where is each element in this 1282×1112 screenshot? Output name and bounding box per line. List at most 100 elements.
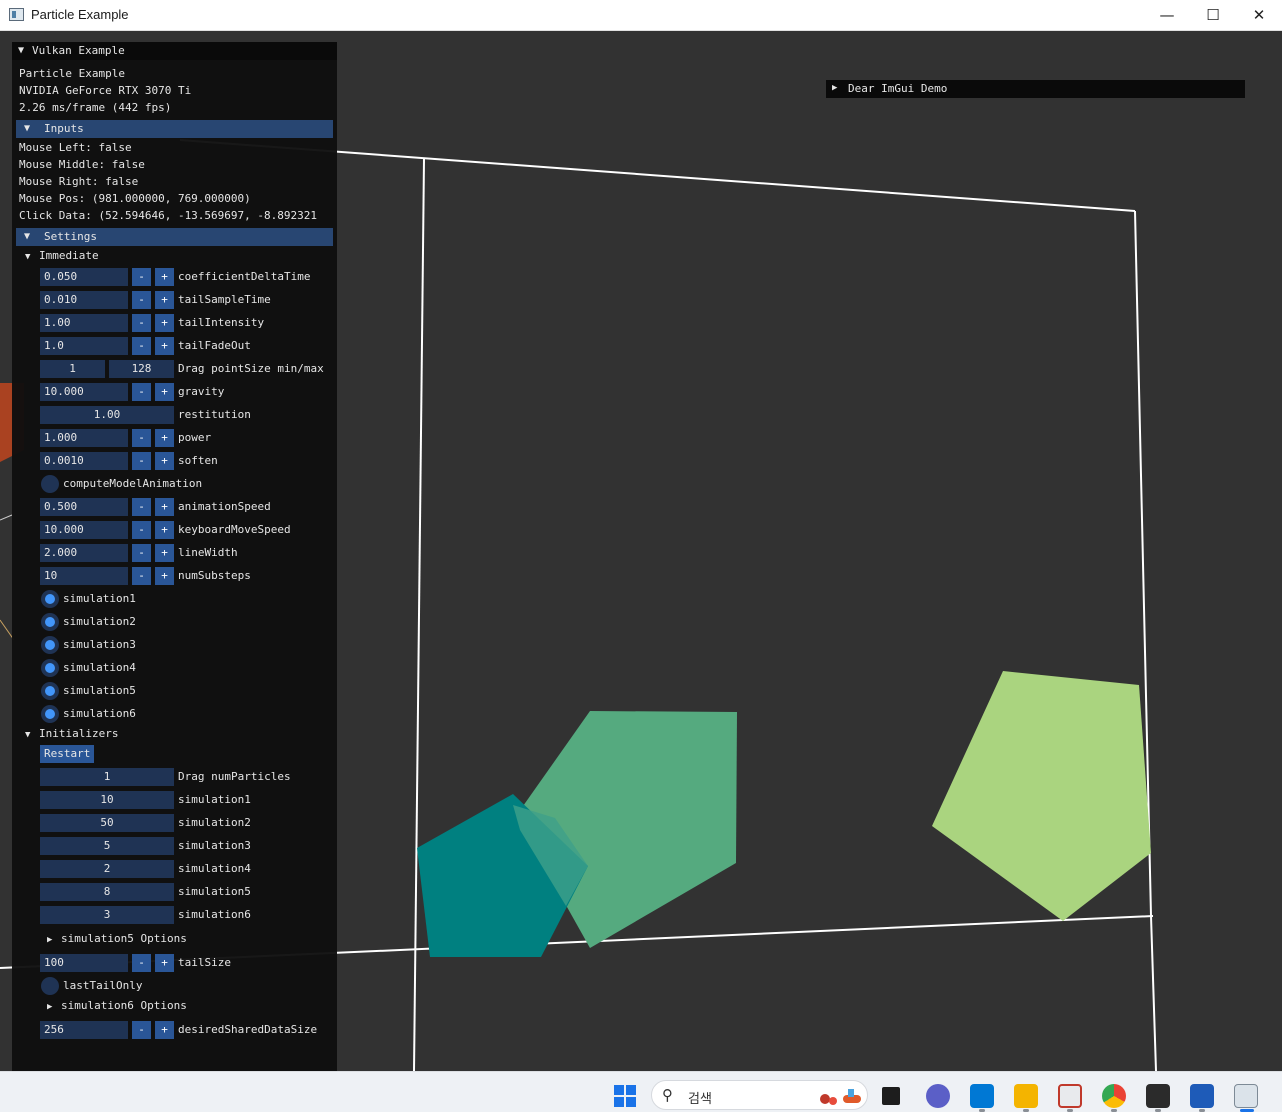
immediate-tree-node[interactable]: ▼ Immediate <box>25 249 99 262</box>
tail-sample-time-plus-button[interactable]: + <box>155 291 174 309</box>
collapse-arrow-icon[interactable]: ▼ <box>18 45 24 56</box>
tail-size-plus-button[interactable]: + <box>155 954 174 972</box>
restart-button[interactable]: Restart <box>40 745 95 763</box>
simulation6-options-tree-node[interactable]: ▶ simulation6 Options <box>47 999 187 1012</box>
simulation1-checkbox[interactable] <box>41 590 59 608</box>
box-right-edge <box>1134 210 1157 1071</box>
desired-shared-data-size-label: desiredSharedDataSize <box>178 1023 318 1036</box>
last-tail-only-checkbox[interactable] <box>41 977 59 995</box>
particle-app-icon[interactable] <box>1234 1084 1258 1108</box>
snipping-tool-icon[interactable] <box>1058 1084 1082 1108</box>
simulation5-checkbox[interactable] <box>41 682 59 700</box>
simulation2-count-input[interactable]: 50 <box>40 814 174 832</box>
simulation6-options-label: simulation6 Options <box>61 999 187 1012</box>
file-explorer-icon[interactable] <box>1014 1084 1038 1108</box>
imgui-demo-window[interactable]: ▶ Dear ImGui Demo <box>826 80 1245 98</box>
teams-chat-icon[interactable] <box>926 1084 950 1108</box>
desired-shared-data-size-plus-button[interactable]: + <box>155 1021 174 1039</box>
tail-intensity-plus-button[interactable]: + <box>155 314 174 332</box>
tail-fade-out-plus-button[interactable]: + <box>155 337 174 355</box>
mouse-right-text: Mouse Right: false <box>19 175 139 188</box>
line-width-minus-button[interactable]: - <box>132 544 151 562</box>
terminal-icon[interactable] <box>1146 1084 1170 1108</box>
start-icon[interactable] <box>614 1085 636 1107</box>
keyboard-move-speed-plus-button[interactable]: + <box>155 521 174 539</box>
simulation5-count-input[interactable]: 8 <box>40 883 174 901</box>
compute-model-animation-checkbox[interactable] <box>41 475 59 493</box>
animation-speed-label: animationSpeed <box>178 500 271 513</box>
keyboard-move-speed-minus-button[interactable]: - <box>132 521 151 539</box>
num-substeps-label: numSubsteps <box>178 569 251 582</box>
coefficient-delta-time-plus-button[interactable]: + <box>155 268 174 286</box>
simulation3-count-input[interactable]: 5 <box>40 837 174 855</box>
animation-speed-input[interactable]: 0.500 <box>40 498 128 516</box>
close-button[interactable]: ✕ <box>1236 0 1282 31</box>
point-size-min-drag[interactable]: 1 <box>40 360 105 378</box>
taskbar-search-input[interactable]: ⚲ 검색 <box>651 1080 868 1110</box>
animation-speed-minus-button[interactable]: - <box>132 498 151 516</box>
simulation2-checkbox[interactable] <box>41 613 59 631</box>
inputs-header[interactable]: ▼ Inputs <box>16 120 333 138</box>
simulation6-checkbox[interactable] <box>41 705 59 723</box>
tail-size-input[interactable]: 100 <box>40 954 128 972</box>
expand-arrow-icon[interactable]: ▶ <box>832 83 837 93</box>
simulation4-count-input[interactable]: 2 <box>40 860 174 878</box>
num-substeps-minus-button[interactable]: - <box>132 567 151 585</box>
minimize-button[interactable]: — <box>1144 0 1190 31</box>
power-plus-button[interactable]: + <box>155 429 174 447</box>
tail-sample-time-minus-button[interactable]: - <box>132 291 151 309</box>
whiteboard-icon[interactable] <box>1190 1084 1214 1108</box>
chrome-icon[interactable] <box>1102 1084 1126 1108</box>
title-bar: Particle Example — ☐ ✕ <box>0 0 1282 31</box>
tail-size-minus-button[interactable]: - <box>132 954 151 972</box>
gpu-name-text: NVIDIA GeForce RTX 3070 Ti <box>19 84 192 97</box>
left-tail-line <box>0 514 13 521</box>
simulation5-options-label: simulation5 Options <box>61 932 187 945</box>
desired-shared-data-size-minus-button[interactable]: - <box>132 1021 151 1039</box>
simulation1-count-input[interactable]: 10 <box>40 791 174 809</box>
tail-fade-out-minus-button[interactable]: - <box>132 337 151 355</box>
num-substeps-plus-button[interactable]: + <box>155 567 174 585</box>
line-width-input[interactable]: 2.000 <box>40 544 128 562</box>
power-input[interactable]: 1.000 <box>40 429 128 447</box>
power-minus-button[interactable]: - <box>132 429 151 447</box>
coefficient-delta-time-input[interactable]: 0.050 <box>40 268 128 286</box>
keyboard-move-speed-input[interactable]: 10.000 <box>40 521 128 539</box>
simulation2-count-label: simulation2 <box>178 816 251 829</box>
tree-closed-arrow-icon: ▶ <box>47 1002 53 1012</box>
lime-pentagon <box>932 671 1151 921</box>
tail-fade-out-input[interactable]: 1.0 <box>40 337 128 355</box>
tail-intensity-minus-button[interactable]: - <box>132 314 151 332</box>
tail-intensity-input[interactable]: 1.00 <box>40 314 128 332</box>
simulation3-checkbox[interactable] <box>41 636 59 654</box>
imgui-settings-window[interactable]: ▼ Vulkan Example Particle Example NVIDIA… <box>12 42 337 1071</box>
tail-sample-time-input[interactable]: 0.010 <box>40 291 128 309</box>
restitution-slider[interactable]: 1.00 <box>40 406 174 424</box>
gravity-plus-button[interactable]: + <box>155 383 174 401</box>
simulation5-options-tree-node[interactable]: ▶ simulation5 Options <box>47 932 187 945</box>
task-view-icon[interactable] <box>882 1087 900 1105</box>
simulation1-count-label: simulation1 <box>178 793 251 806</box>
gravity-minus-button[interactable]: - <box>132 383 151 401</box>
gravity-input[interactable]: 10.000 <box>40 383 128 401</box>
soften-plus-button[interactable]: + <box>155 452 174 470</box>
animation-speed-plus-button[interactable]: + <box>155 498 174 516</box>
vscode-icon[interactable] <box>970 1084 994 1108</box>
line-width-plus-button[interactable]: + <box>155 544 174 562</box>
simulation6-count-input[interactable]: 3 <box>40 906 174 924</box>
gravity-label: gravity <box>178 385 225 398</box>
coefficient-delta-time-minus-button[interactable]: - <box>132 268 151 286</box>
imgui-window-titlebar[interactable]: ▼ Vulkan Example <box>12 42 337 60</box>
soften-minus-button[interactable]: - <box>132 452 151 470</box>
desired-shared-data-size-input[interactable]: 256 <box>40 1021 128 1039</box>
num-substeps-input[interactable]: 10 <box>40 567 128 585</box>
soften-input[interactable]: 0.0010 <box>40 452 128 470</box>
initializers-tree-node[interactable]: ▼ Initializers <box>25 727 118 740</box>
point-size-max-drag[interactable]: 128 <box>109 360 174 378</box>
compute-model-animation-label: computeModelAnimation <box>63 477 203 490</box>
maximize-button[interactable]: ☐ <box>1190 0 1236 31</box>
simulation4-checkbox[interactable] <box>41 659 59 677</box>
initializers-label: Initializers <box>39 727 119 740</box>
num-particles-drag[interactable]: 1 <box>40 768 174 786</box>
settings-header[interactable]: ▼ Settings <box>16 228 333 246</box>
